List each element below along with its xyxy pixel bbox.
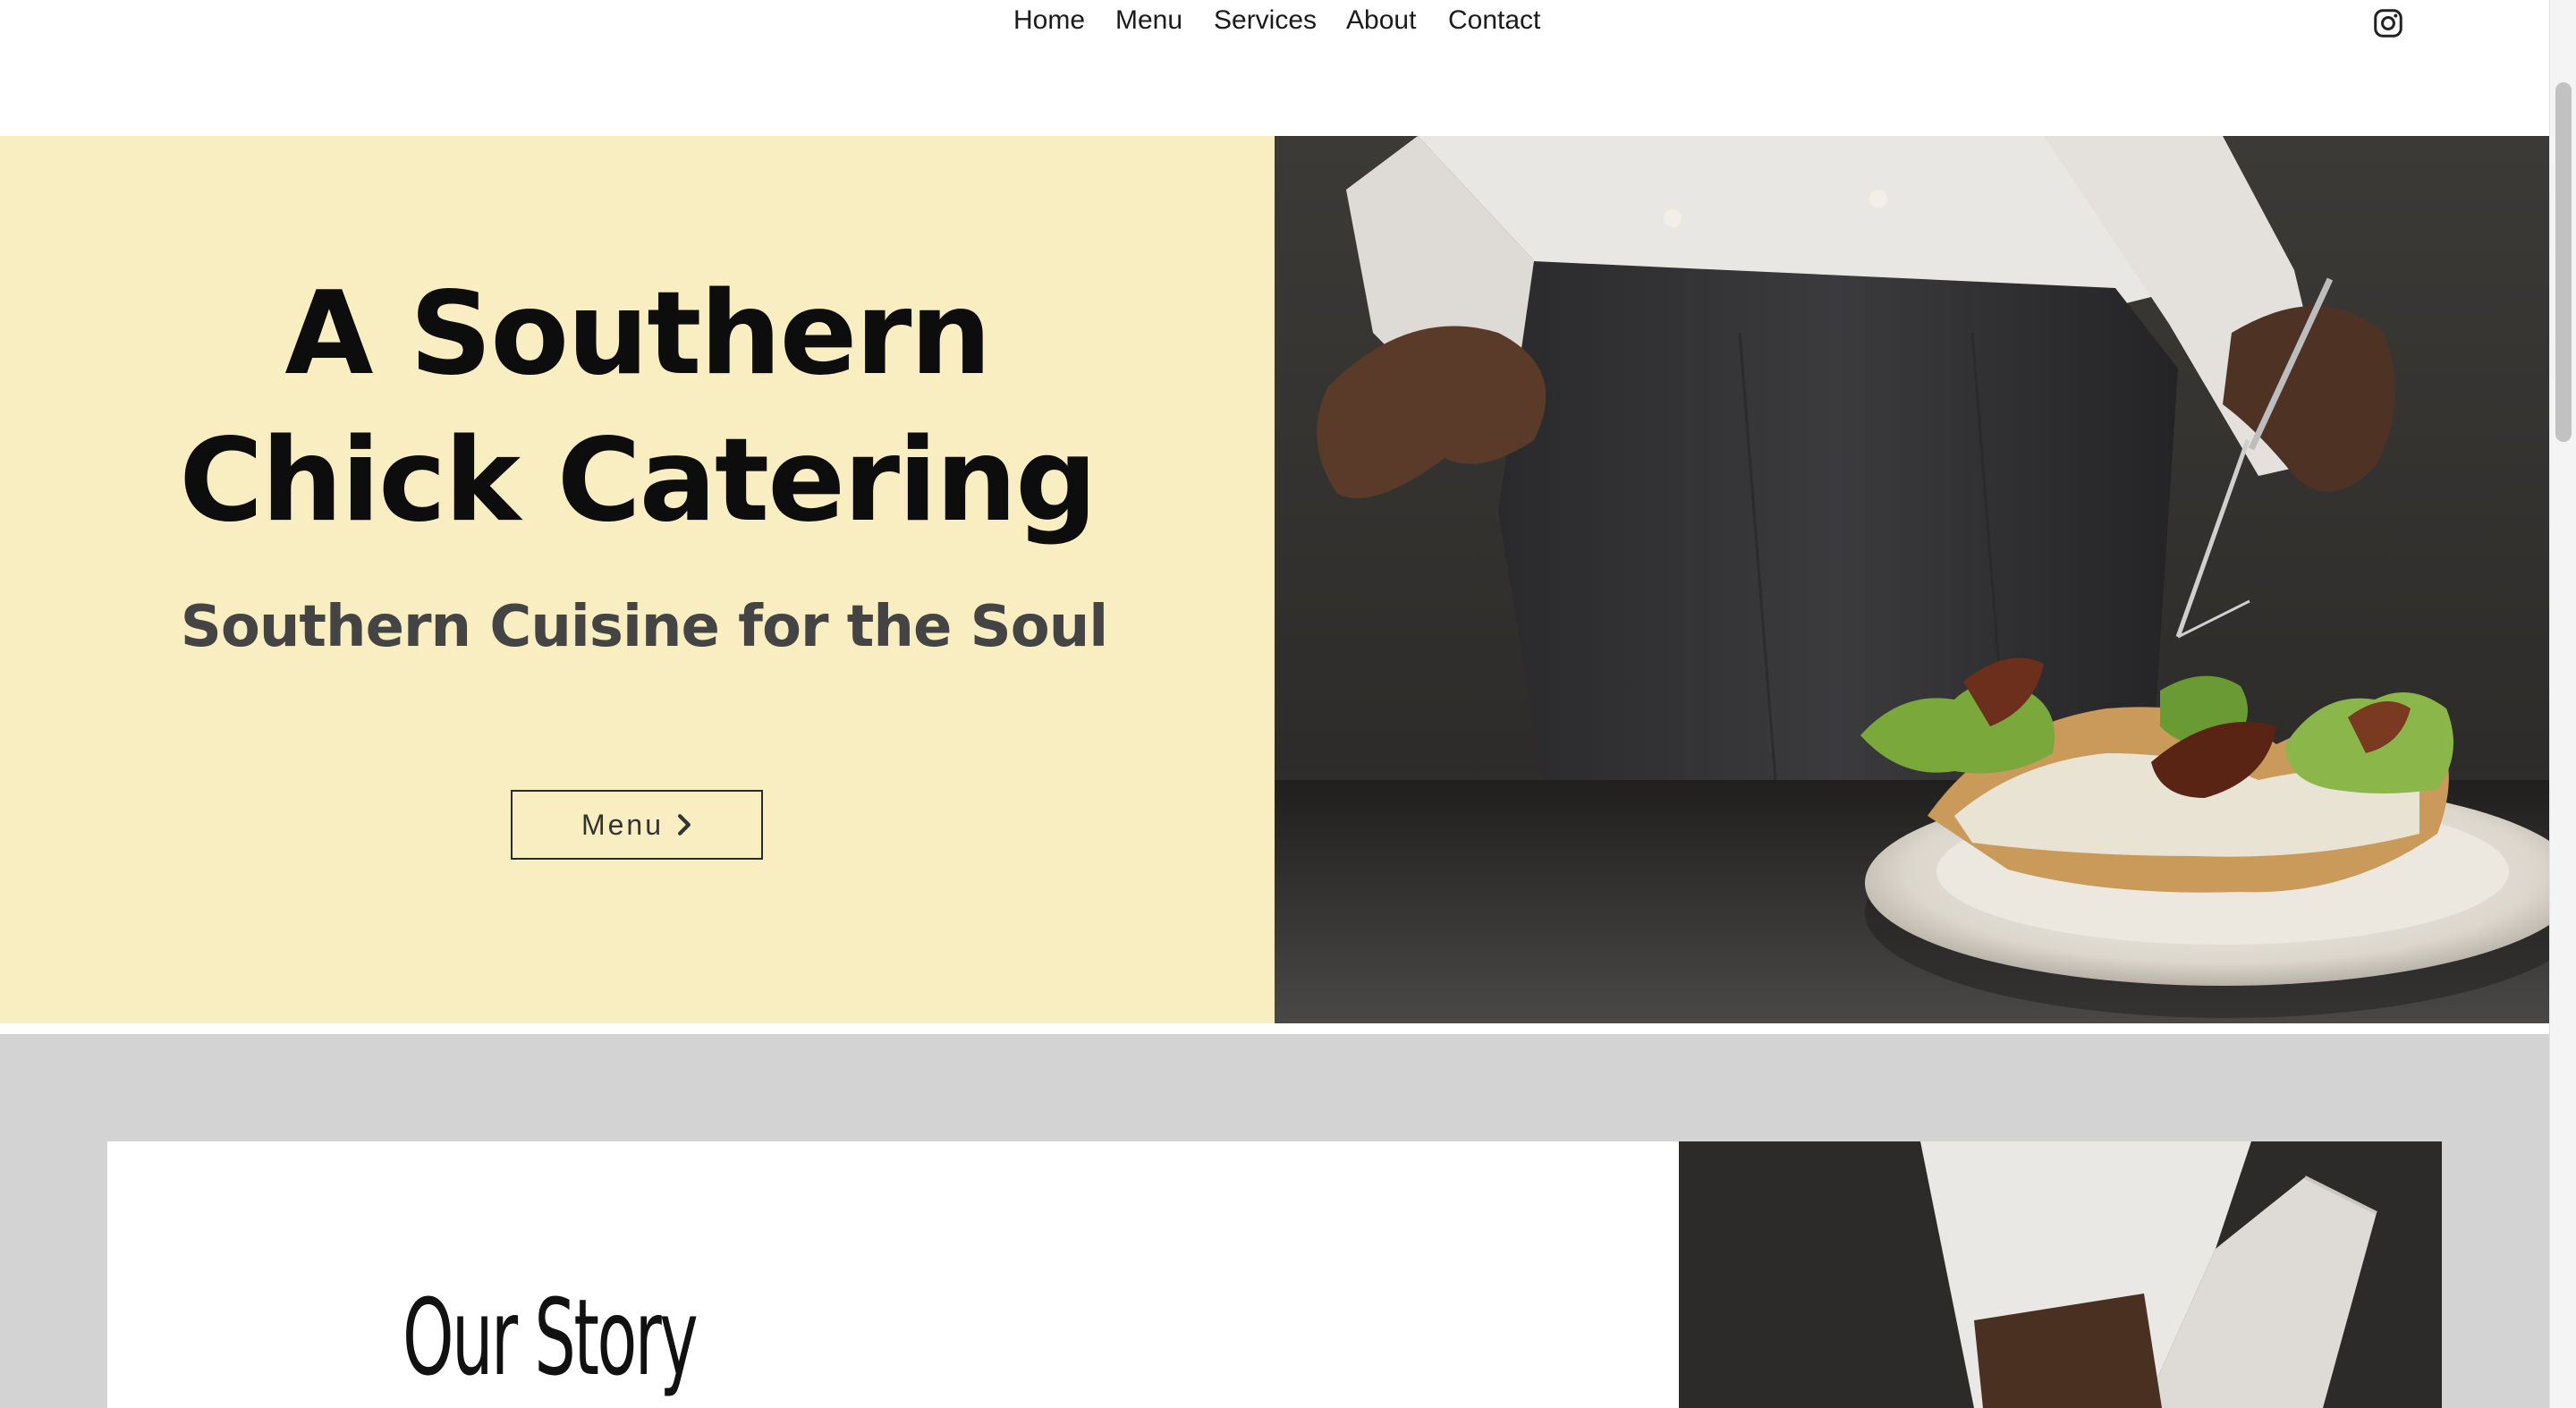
nav-menu[interactable]: Menu — [1115, 5, 1182, 36]
story-title: Our Story — [402, 1276, 699, 1399]
hero-title-line2: Chick Catering — [179, 414, 1097, 547]
nav-about[interactable]: About — [1346, 5, 1416, 36]
story-image — [1679, 1141, 2442, 1408]
chevron-right-icon — [678, 814, 691, 835]
nav-home[interactable]: Home — [1013, 5, 1085, 36]
hero-title: A Southern Chick Catering — [0, 261, 1275, 555]
hero-image — [1275, 136, 2549, 1023]
menu-button-label: Menu — [580, 808, 665, 841]
instagram-icon[interactable] — [2372, 7, 2404, 39]
nav-contact[interactable]: Contact — [1448, 5, 1540, 36]
hero-panel: A Southern Chick Catering Southern Cuisi… — [0, 136, 1275, 1023]
hero-subtitle: Southern Cuisine for the Soul — [180, 594, 1108, 660]
menu-button[interactable]: Menu — [511, 790, 763, 860]
section-divider — [0, 1023, 2549, 1034]
main-nav: Home Menu Services About Contact — [0, 0, 2549, 47]
scrollbar-thumb[interactable] — [2555, 82, 2572, 442]
hero-title-line1: A Southern — [284, 267, 991, 401]
site-header: Home Menu Services About Contact — [0, 0, 2549, 136]
nav-services[interactable]: Services — [1214, 5, 1317, 36]
page-scrollbar[interactable] — [2549, 0, 2576, 1408]
story-card: Our Story — [107, 1141, 1679, 1408]
chef-jacket-photo — [1679, 1141, 2442, 1408]
chef-plating-photo — [1275, 136, 2549, 1023]
